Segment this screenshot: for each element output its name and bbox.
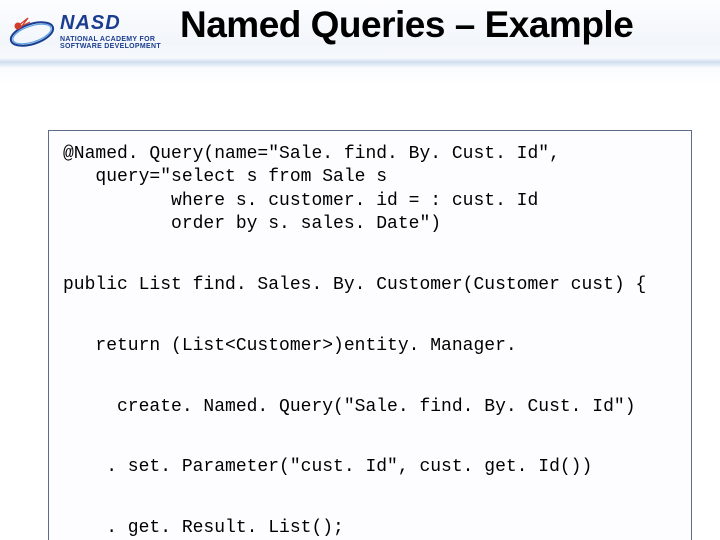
code-line: return (List<Customer>)entity. Manager. [63,336,517,356]
logo-sub-line1: NATIONAL ACADEMY FOR [60,36,155,43]
code-line: . set. Parameter("cust. Id", cust. get. … [63,457,592,477]
logo-nasd: NASD NATIONAL ACADEMY FOR SOFTWARE DEVEL… [8,6,168,56]
code-line: query="select s from Sale s [63,167,387,187]
logo-text-main: NASD [60,12,121,35]
code-line: public List find. Sales. By. Customer(Cu… [63,275,646,295]
header: NASD NATIONAL ACADEMY FOR SOFTWARE DEVEL… [0,0,720,78]
header-underline [0,58,720,68]
code-line: @Named. Query(name="Sale. find. By. Cust… [63,144,560,164]
logo-sub-line2: SOFTWARE DEVELOPMENT [60,43,161,50]
code-line: where s. customer. id = : cust. Id [63,191,538,211]
slide: NASD NATIONAL ACADEMY FOR SOFTWARE DEVEL… [0,0,720,540]
page-title: Named Queries – Example [180,4,710,46]
code-example-box: @Named. Query(name="Sale. find. By. Cust… [48,130,692,540]
logo-text-sub: NATIONAL ACADEMY FOR SOFTWARE DEVELOPMEN… [60,36,161,50]
code-line: . get. Result. List(); [63,518,344,538]
code-line: create. Named. Query("Sale. find. By. Cu… [63,397,636,417]
logo-swoosh-icon [8,8,56,56]
code-line: order by s. sales. Date") [63,214,441,234]
